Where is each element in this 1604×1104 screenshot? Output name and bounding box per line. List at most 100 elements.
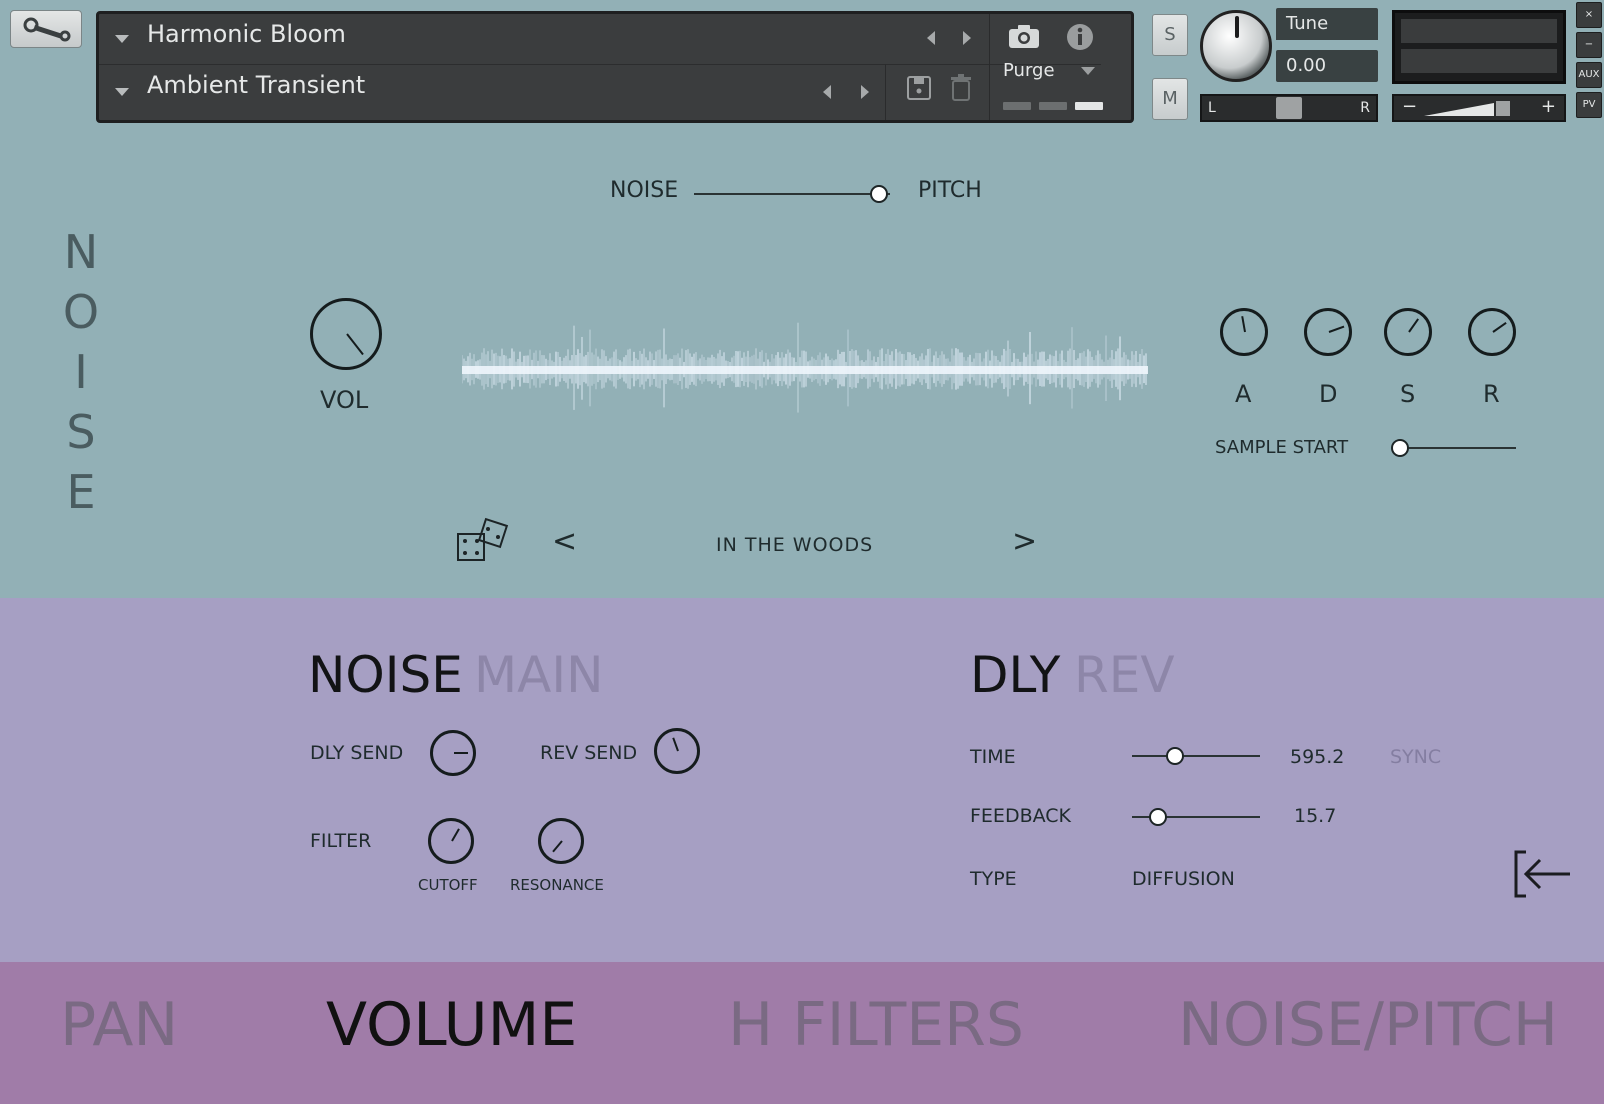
feedback-slider-handle[interactable] <box>1149 808 1167 826</box>
purge-menu[interactable]: Purge <box>1003 60 1055 81</box>
mode-noise-label: NOISE <box>610 178 679 203</box>
title-letter: S <box>66 405 96 459</box>
level-meter <box>1392 10 1566 84</box>
title-letter: I <box>74 345 88 399</box>
instrument-menu-icon[interactable] <box>115 35 129 43</box>
tab-volume[interactable]: VOLUME <box>326 990 577 1060</box>
preset-name[interactable]: Ambient Transient <box>147 71 365 99</box>
time-value: 595.2 <box>1290 746 1345 768</box>
meter-left-channel <box>1401 19 1557 43</box>
decay-knob[interactable] <box>1304 308 1352 356</box>
tune-knob-indicator <box>1235 16 1239 38</box>
prev-sample-button[interactable]: < <box>552 524 577 559</box>
sample-start-slider[interactable] <box>1392 447 1516 449</box>
instrument-row: Harmonic Bloom <box>99 14 1101 65</box>
noise-pitch-slider-handle[interactable] <box>870 185 888 203</box>
tab-pan[interactable]: PAN <box>60 990 178 1060</box>
instrument-next-icon[interactable] <box>963 31 971 45</box>
meter-right-channel <box>1401 49 1557 73</box>
volume-ramp-icon <box>1424 101 1510 116</box>
section-tab-rev[interactable]: REV <box>1074 646 1175 704</box>
pan-slider[interactable]: L R <box>1200 94 1378 122</box>
sample-start-label: SAMPLE START <box>1215 437 1349 458</box>
cutoff-label: CUTOFF <box>418 876 478 894</box>
noise-pitch-slider[interactable] <box>694 193 890 195</box>
rev-send-knob[interactable] <box>654 728 700 774</box>
sample-start-slider-handle[interactable] <box>1391 439 1409 457</box>
title-letter: O <box>62 285 100 339</box>
tune-label: Tune <box>1276 8 1378 40</box>
cutoff-knob[interactable] <box>428 818 474 864</box>
release-knob[interactable] <box>1468 308 1516 356</box>
vol-label: VOL <box>320 386 369 414</box>
close-icon[interactable]: × <box>1576 2 1602 28</box>
solo-button[interactable]: S <box>1152 14 1188 56</box>
resonance-knob[interactable] <box>538 818 584 864</box>
preset-prev-icon[interactable] <box>823 85 831 99</box>
divider <box>989 14 990 120</box>
instrument-prev-icon[interactable] <box>927 31 935 45</box>
kontakt-header: Harmonic Bloom Ambient Transient Purge S… <box>0 0 1604 140</box>
volume-minus-label: − <box>1402 96 1418 117</box>
time-slider[interactable] <box>1132 755 1260 757</box>
release-label: R <box>1483 380 1500 408</box>
type-label: TYPE <box>970 868 1017 890</box>
indicator-light <box>1039 102 1067 110</box>
tab-noise-pitch[interactable]: NOISE/PITCH <box>1178 990 1558 1060</box>
dly-send-knob[interactable] <box>430 730 476 776</box>
sustain-knob[interactable] <box>1384 308 1432 356</box>
preset-next-icon[interactable] <box>861 85 869 99</box>
mode-pitch-label: PITCH <box>918 178 982 203</box>
mute-button[interactable]: M <box>1152 78 1188 120</box>
info-icon[interactable] <box>1065 22 1095 56</box>
volume-plus-label: + <box>1540 96 1556 117</box>
indicator-light <box>1075 102 1103 110</box>
instrument-header-panel: Harmonic Bloom Ambient Transient Purge <box>96 11 1134 123</box>
back-arrow-icon[interactable] <box>1512 850 1574 902</box>
pan-left-label: L <box>1208 100 1216 116</box>
preset-row: Ambient Transient <box>99 64 1101 120</box>
attack-knob[interactable] <box>1220 308 1268 356</box>
tab-h-filters[interactable]: H FILTERS <box>728 990 1024 1060</box>
resonance-label: RESONANCE <box>510 876 604 894</box>
section-tab-dly[interactable]: DLY <box>970 646 1060 704</box>
vol-knob[interactable] <box>310 298 382 370</box>
feedback-value: 15.7 <box>1294 805 1337 827</box>
indicator-light <box>1003 102 1031 110</box>
trash-icon[interactable] <box>949 74 973 106</box>
window-buttons: × − AUX PV <box>1576 0 1604 120</box>
time-slider-handle[interactable] <box>1166 747 1184 765</box>
divider <box>885 64 886 120</box>
effects-section <box>0 598 1604 962</box>
tune-value[interactable]: 0.00 <box>1276 50 1378 82</box>
title-letter: N <box>63 225 99 279</box>
feedback-label: FEEDBACK <box>970 805 1071 827</box>
next-sample-button[interactable]: > <box>1012 524 1037 559</box>
dice-icon[interactable] <box>454 516 510 570</box>
noise-vertical-title: N O I S E <box>56 222 106 522</box>
pv-button[interactable]: PV <box>1576 92 1602 118</box>
section-tab-main[interactable]: MAIN <box>474 646 604 704</box>
save-icon[interactable] <box>905 74 933 106</box>
rev-send-label: REV SEND <box>540 742 638 764</box>
time-label: TIME <box>970 746 1016 768</box>
decay-label: D <box>1319 380 1338 408</box>
wrench-icon[interactable] <box>10 10 82 48</box>
pan-right-label: R <box>1360 100 1370 116</box>
purge-dropdown-icon[interactable] <box>1081 67 1095 75</box>
minimize-icon[interactable]: − <box>1576 32 1602 58</box>
pan-handle[interactable] <box>1276 97 1302 119</box>
waveform-display <box>462 322 1148 413</box>
instrument-name[interactable]: Harmonic Bloom <box>147 20 346 48</box>
camera-icon[interactable] <box>1007 22 1041 54</box>
sustain-label: S <box>1400 380 1416 408</box>
filter-label: FILTER <box>310 830 372 852</box>
section-tab-noise[interactable]: NOISE <box>308 646 463 704</box>
aux-button[interactable]: AUX <box>1576 62 1602 88</box>
volume-slider[interactable]: − + <box>1392 94 1566 122</box>
sample-name: IN THE WOODS <box>716 534 874 556</box>
preset-menu-icon[interactable] <box>115 88 129 96</box>
title-letter: E <box>66 465 96 519</box>
sync-toggle[interactable]: SYNC <box>1390 746 1441 768</box>
type-value[interactable]: DIFFUSION <box>1132 868 1235 890</box>
